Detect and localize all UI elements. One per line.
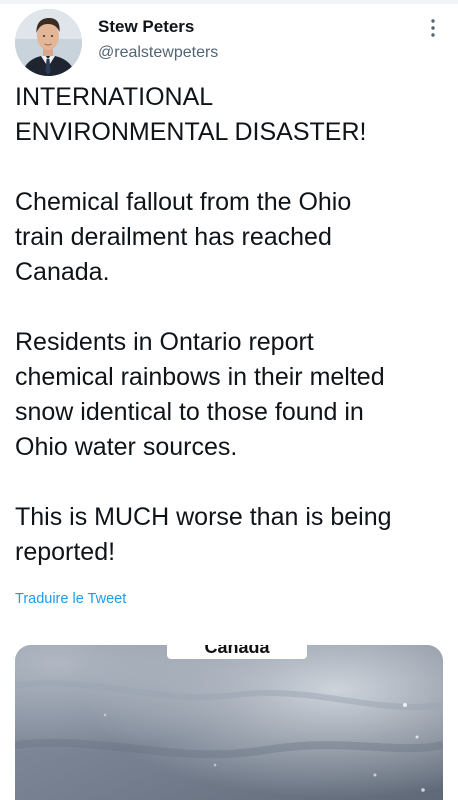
avatar[interactable] — [15, 9, 82, 76]
avatar-image — [15, 9, 82, 76]
translate-tweet-link[interactable]: Traduire le Tweet — [15, 591, 126, 607]
display-name[interactable]: Stew Peters — [98, 16, 398, 38]
media-image: Canada — [15, 645, 443, 800]
tweet-text: INTERNATIONAL ENVIRONMENTAL DISASTER! Ch… — [15, 83, 392, 566]
more-options-button[interactable] — [423, 14, 443, 42]
tweet-media[interactable]: Canada — [15, 645, 443, 800]
more-vertical-icon — [431, 19, 435, 37]
author-block: Stew Peters @realstewpeters — [98, 16, 398, 63]
tweet-card: Stew Peters @realstewpeters INTERNATIONA… — [0, 0, 458, 800]
handle[interactable]: @realstewpeters — [98, 42, 398, 63]
top-divider — [0, 0, 458, 4]
media-caption: Canada — [204, 645, 270, 657]
